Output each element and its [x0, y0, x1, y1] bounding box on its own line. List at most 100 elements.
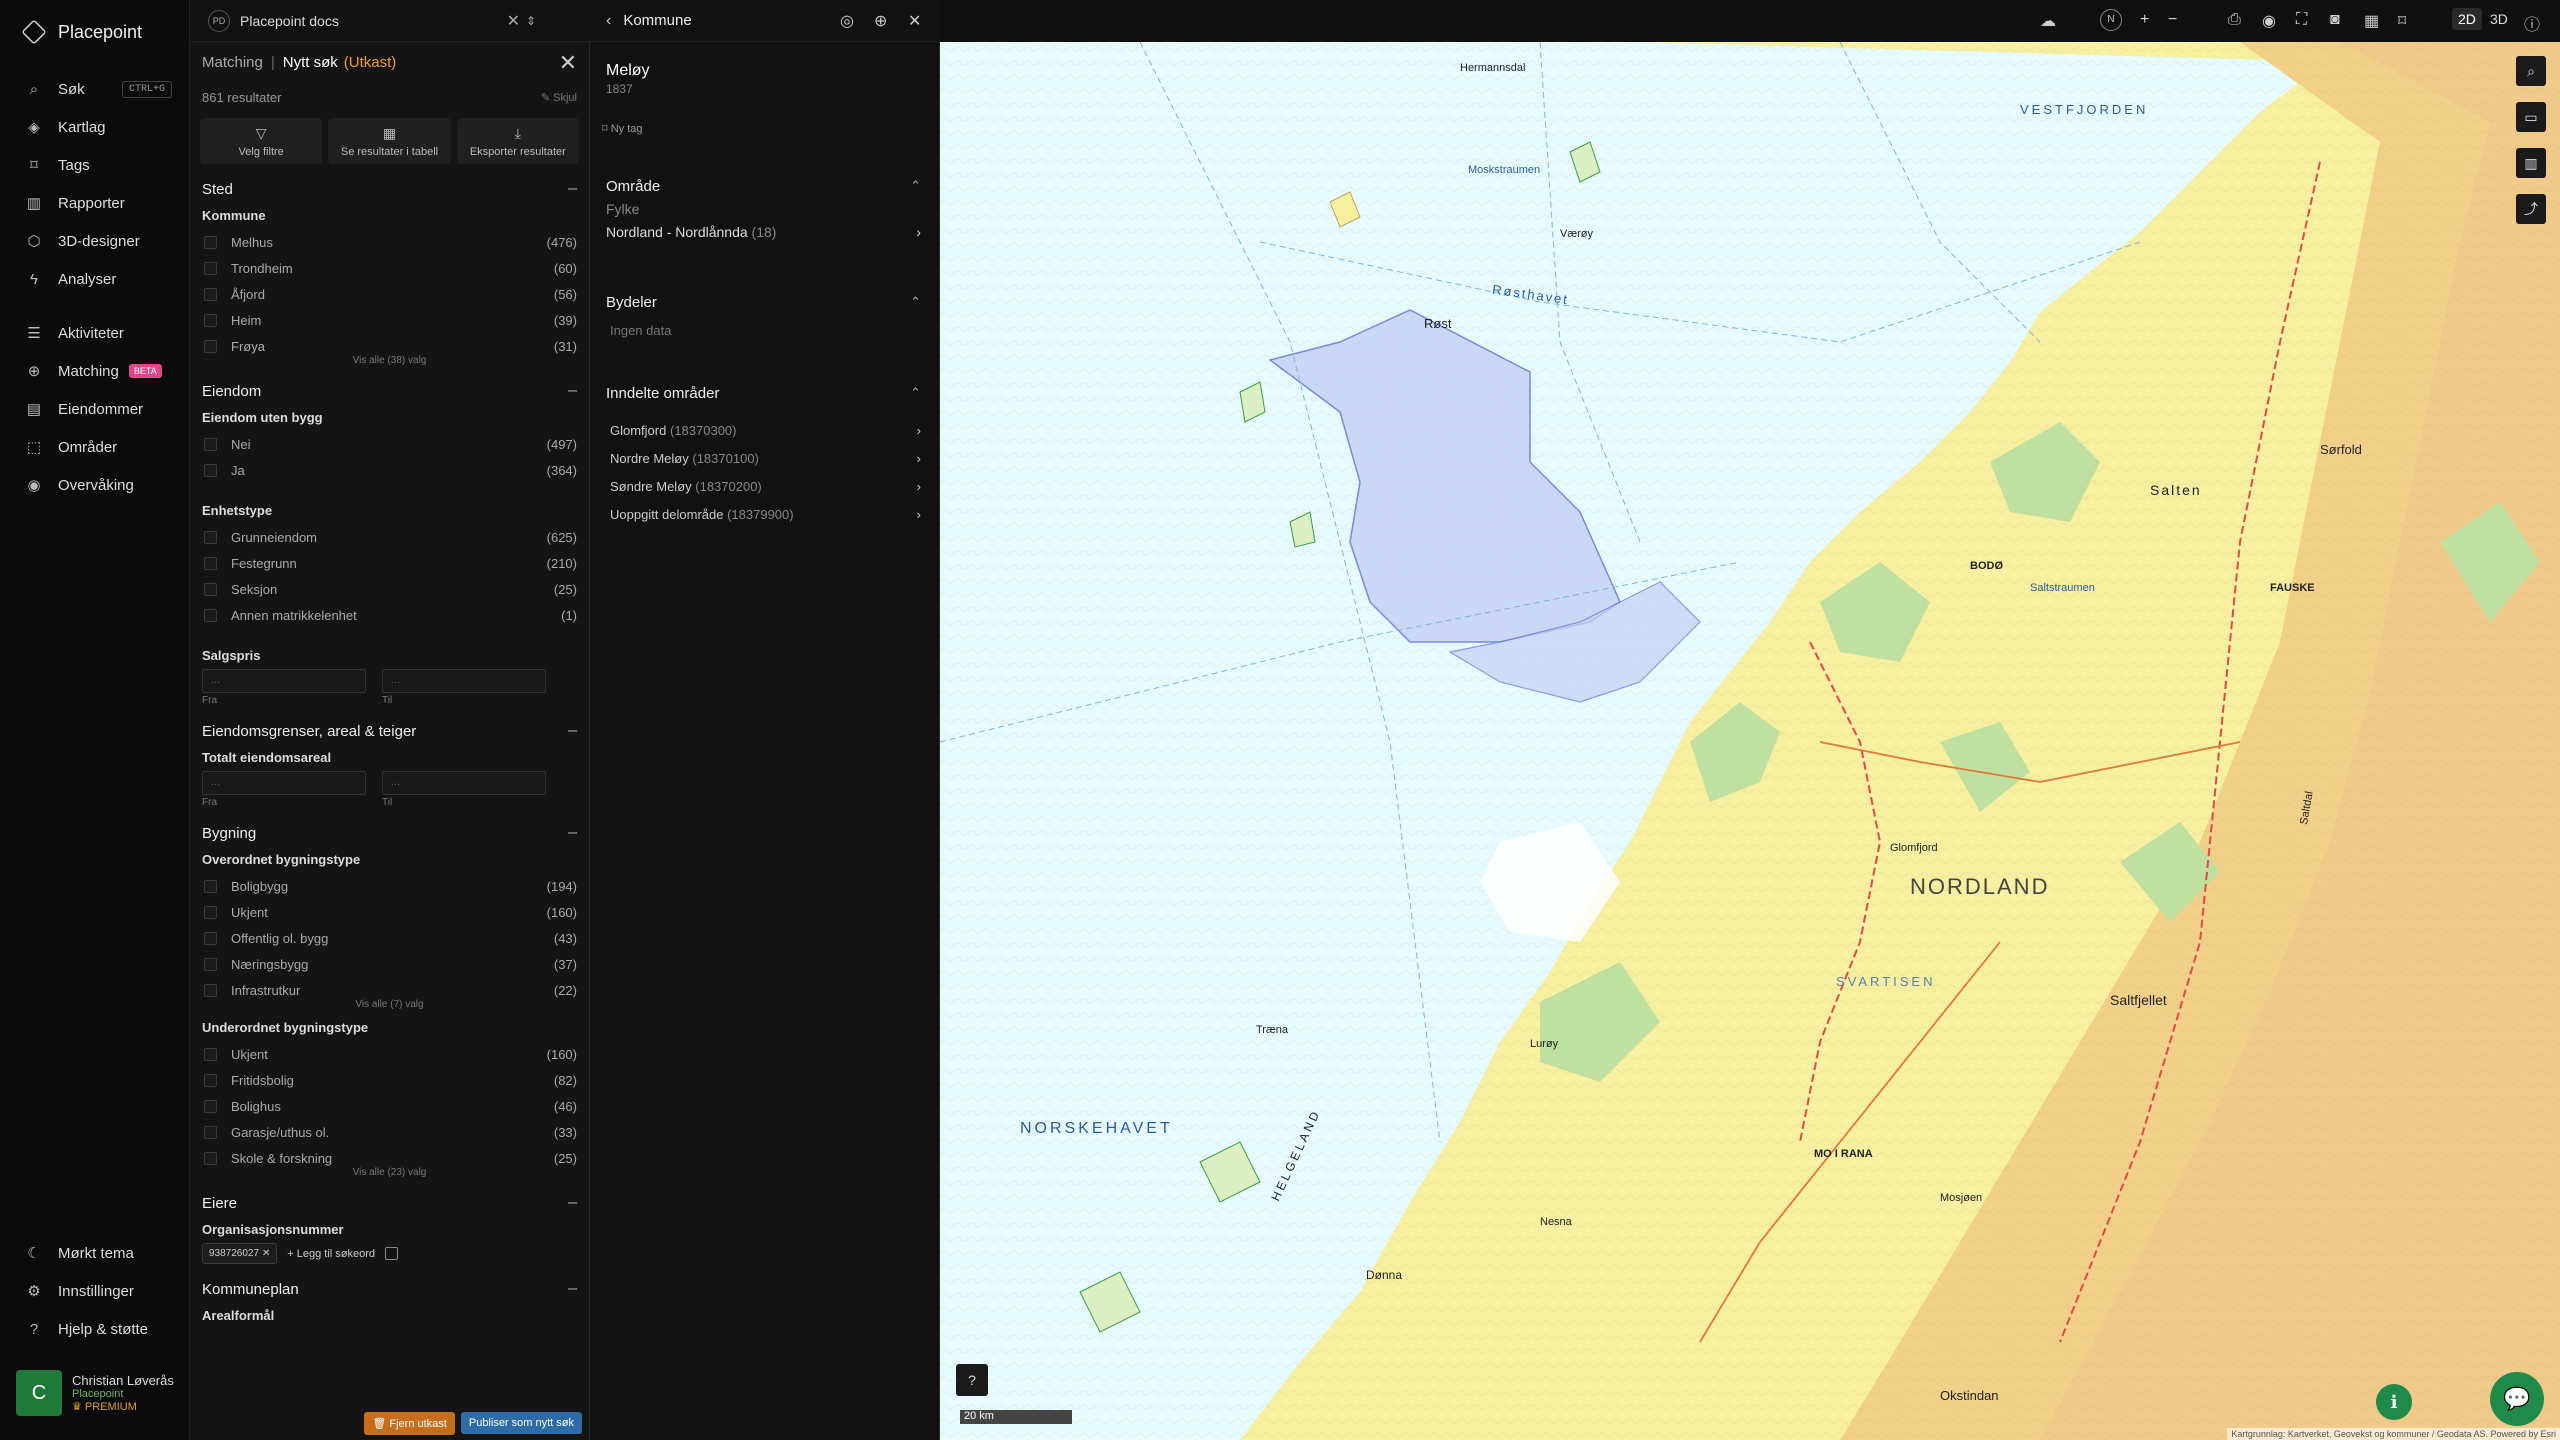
list-item[interactable]: Nordre Meløy (18370100) › [590, 444, 939, 472]
collapse-icon[interactable]: – [568, 180, 577, 198]
section-header[interactable]: Bygning – [202, 818, 577, 848]
select-filters-button[interactable]: ▽ Velg filtre [200, 118, 323, 164]
list-item[interactable]: Seksjon (25) [202, 576, 577, 602]
sidebar-item-matching[interactable]: ⊕ Matching BETA [0, 352, 190, 390]
list-item[interactable]: Festegrunn (210) [202, 550, 577, 576]
export-button[interactable]: ⤓ Eksporter resultater [456, 118, 579, 164]
list-item[interactable]: Uoppgitt delområde (18379900) › [590, 500, 939, 528]
compass-icon[interactable]: N [2100, 9, 2122, 31]
checkbox[interactable] [204, 1047, 217, 1061]
checkbox[interactable] [204, 556, 217, 570]
map-tool-measure-icon[interactable]: ▭ [2516, 102, 2546, 132]
map-tool-route-icon[interactable]: ⤴ [2516, 194, 2546, 224]
list-item[interactable]: Ukjent (160) [202, 899, 577, 925]
show-all-link[interactable]: Vis alle (7) valg [202, 999, 577, 1010]
checkbox[interactable] [204, 313, 217, 327]
checkbox[interactable] [204, 608, 217, 622]
price-to-input[interactable]: ... [382, 669, 546, 693]
list-item[interactable]: Ukjent (160) [202, 1041, 577, 1067]
checkbox[interactable] [204, 1151, 217, 1165]
checkbox[interactable] [204, 879, 217, 893]
show-all-link[interactable]: Vis alle (23) valg [202, 1167, 577, 1178]
section-header[interactable]: Eiendomsgrenser, areal & teiger – [202, 716, 577, 746]
bookmark-icon[interactable]: ⌑ [2398, 11, 2406, 31]
list-item[interactable]: Fritidsbolig (82) [202, 1067, 577, 1093]
user-profile[interactable]: C Christian Løverås Placepoint ♛ PREMIUM [16, 1370, 174, 1416]
list-item[interactable]: Heim (39) [202, 307, 577, 333]
chevron-up-icon[interactable]: ⌃ [910, 385, 921, 401]
remove-chip-icon[interactable]: ✕ [262, 1248, 270, 1259]
price-from-input[interactable]: ... [202, 669, 366, 693]
breadcrumb-matching[interactable]: Matching [202, 54, 263, 71]
remove-draft-button[interactable]: 🗑 Fjern utkast [364, 1411, 455, 1435]
chevron-updown-icon[interactable]: ⇕ [526, 14, 536, 28]
collapse-icon[interactable]: – [568, 722, 577, 740]
close-icon[interactable]: ✕ [908, 11, 921, 31]
print-icon[interactable]: ⎙ [2228, 11, 2241, 29]
mode-3d-button[interactable]: 3D [2484, 8, 2514, 30]
checkbox[interactable] [204, 957, 217, 971]
list-item[interactable]: Annen matrikkelenhet (1) [202, 602, 577, 628]
sidebar-item-eiendommer[interactable]: ▤ Eiendommer [0, 390, 190, 428]
list-item[interactable]: Søndre Meløy (18370200) › [590, 472, 939, 500]
county-link[interactable]: Nordland - Nordlånnda (18) › [590, 217, 939, 247]
sidebar-item-rapporter[interactable]: ▥ Rapporter [0, 184, 190, 222]
checkbox[interactable] [204, 1099, 217, 1113]
section-header[interactable]: Eiendom – [202, 376, 577, 406]
close-icon[interactable]: ✕ [507, 11, 520, 31]
checkbox[interactable] [204, 983, 217, 997]
info-icon[interactable]: ⓘ [2524, 11, 2540, 35]
help-icon[interactable]: ? [956, 1364, 988, 1396]
checkbox[interactable] [204, 931, 217, 945]
checkbox[interactable] [204, 261, 217, 275]
sidebar-item-kartlag[interactable]: ◈ Kartlag [0, 108, 190, 146]
list-item[interactable]: Boligbygg (194) [202, 873, 577, 899]
sidebar-item-aktiviteter[interactable]: ☰ Aktiviteter [0, 314, 190, 352]
section-omrade[interactable]: Område ⌃ [590, 171, 939, 201]
close-icon[interactable]: ✕ [559, 50, 577, 76]
new-tag-button[interactable]: ⌑ Ny tag [602, 122, 939, 135]
list-item[interactable]: Garasje/uthus ol. (33) [202, 1119, 577, 1145]
list-item[interactable]: Bolighus (46) [202, 1093, 577, 1119]
doc-name[interactable]: Placepoint docs [240, 13, 339, 29]
map-canvas[interactable]: NORSKEHAVET VESTFJORDEN NORDLAND SVARTIS… [940, 42, 2560, 1440]
org-number-chip[interactable]: 938726027 ✕ [202, 1243, 278, 1264]
section-header[interactable]: Sted – [202, 174, 577, 204]
checkbox[interactable] [204, 463, 217, 477]
camera-icon[interactable]: ◙ [2330, 11, 2340, 29]
checkbox[interactable] [204, 905, 217, 919]
grid-icon[interactable]: ▦ [2364, 11, 2379, 31]
checkbox[interactable] [204, 287, 217, 301]
list-item[interactable]: Næringsbygg (37) [202, 951, 577, 977]
sidebar-item-3d-designer[interactable]: ⬡ 3D-designer [0, 222, 190, 260]
list-item[interactable]: Grunneiendom (625) [202, 524, 577, 550]
ai-icon[interactable]: ☁ [2040, 11, 2056, 31]
collapse-icon[interactable]: – [568, 1280, 577, 1298]
zoom-out-icon[interactable]: − [2168, 11, 2177, 29]
list-item[interactable]: Ja (364) [202, 457, 577, 483]
back-icon[interactable]: ‹ [606, 12, 611, 30]
checkbox[interactable] [204, 339, 217, 353]
sidebar-item-tags[interactable]: ⌑ Tags [0, 146, 190, 184]
show-all-link[interactable]: Vis alle (38) valg [202, 355, 577, 366]
copy-icon[interactable] [384, 1247, 398, 1260]
list-item[interactable]: Melhus (476) [202, 229, 577, 255]
info-icon[interactable]: i [2376, 1384, 2412, 1420]
list-item[interactable]: Åfjord (56) [202, 281, 577, 307]
section-header[interactable]: Eiere – [202, 1188, 577, 1218]
add-keyword-button[interactable]: + Legg til søkeord [287, 1248, 375, 1260]
map-tool-chart-icon[interactable]: ▥ [2516, 148, 2546, 178]
area-to-input[interactable]: ... [382, 771, 546, 795]
sidebar-item-dark-theme[interactable]: ☾ Mørkt tema [0, 1234, 190, 1272]
zoom-in-icon[interactable]: + [2140, 11, 2149, 29]
list-item[interactable]: Glomfjord (18370300) › [590, 416, 939, 444]
brand[interactable]: Placepoint [21, 19, 142, 45]
list-item[interactable]: Offentlig ol. bygg (43) [202, 925, 577, 951]
add-circle-icon[interactable]: ⊕ [874, 11, 887, 31]
section-header[interactable]: Kommuneplan – [202, 1274, 577, 1304]
fullscreen-icon[interactable]: ⛶ [2296, 11, 2307, 29]
hide-button[interactable]: ✎ Skjul [541, 91, 577, 104]
list-item[interactable]: Trondheim (60) [202, 255, 577, 281]
checkbox[interactable] [204, 437, 217, 451]
section-inndelte[interactable]: Inndelte områder ⌃ [590, 378, 939, 408]
